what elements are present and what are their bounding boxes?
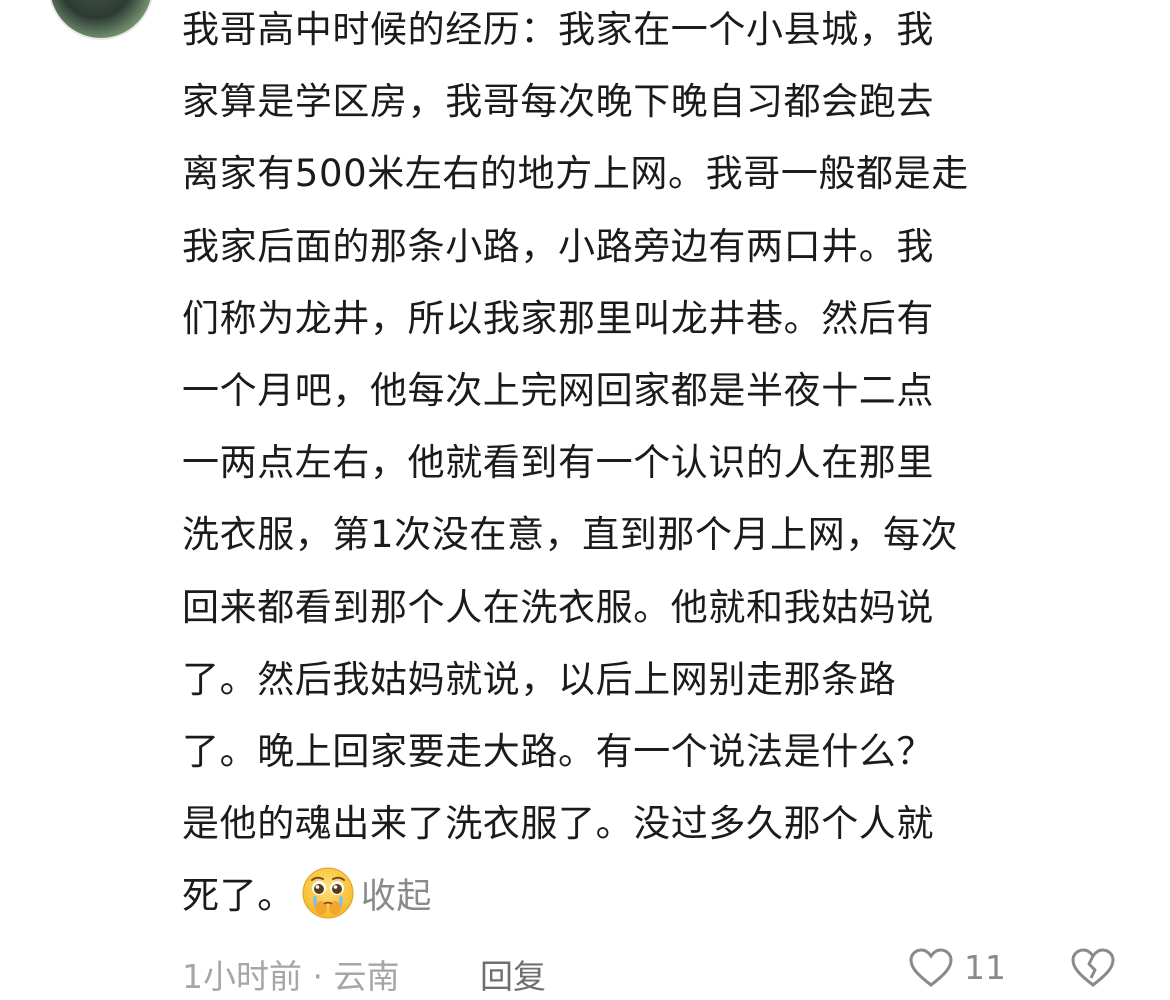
comment-line: 一个月吧，他每次上完网回家都是半夜十二点: [182, 368, 934, 412]
pleading-crying-face-emoji-icon: [301, 866, 355, 920]
comment-line: 离家有500米左右的地方上网。我哥一般都是走: [182, 152, 969, 196]
comment-line: 一两点左右，他就看到有一个认识的人在那里: [182, 441, 934, 485]
reply-button[interactable]: 回复: [480, 950, 546, 998]
comment-last-line: 死了。 收起: [182, 860, 1132, 932]
comment-line: 们称为龙井，所以我家那里叫龙井巷。然后有: [182, 296, 934, 340]
collapse-link[interactable]: 收起: [361, 877, 432, 917]
comment-line: 了。晚上回家要走大路。有一个说法是什么？: [182, 729, 934, 773]
time-location: 1小时前 · 云南: [182, 957, 400, 996]
comment-meta: 1小时前 · 云南 回复 11: [182, 948, 1132, 1000]
comment-line-text: 死了。: [182, 874, 295, 918]
comment-line: 我哥高中时候的经历：我家在一个小县城，我: [182, 8, 934, 51]
comment-line: 回来都看到那个人在洗衣服。他就和我姑妈说: [182, 585, 934, 629]
comment-body: 我哥高中时候的经历：我家在一个小县城，我 家算是学区房，我哥每次晚下晚自习都会跑…: [182, 0, 1132, 932]
like-count: 11: [964, 948, 1006, 987]
avatar[interactable]: [48, 0, 154, 40]
comment-line: 是他的魂出来了洗衣服了。没过多久那个人就: [182, 802, 934, 846]
comment-line: 了。然后我姑妈就说，以后上网别走那条路: [182, 657, 897, 701]
broken-heart-outline-icon[interactable]: [1070, 948, 1116, 988]
like-button[interactable]: 11: [908, 948, 1006, 988]
comment-line: 我家后面的那条小路，小路旁边有两口井。我: [182, 224, 934, 268]
comment-line: 家算是学区房，我哥每次晚下晚自习都会跑去: [182, 80, 934, 124]
comment-line: 洗衣服，第1次没在意，直到那个月上网，每次: [182, 513, 959, 557]
heart-outline-icon: [908, 948, 954, 988]
